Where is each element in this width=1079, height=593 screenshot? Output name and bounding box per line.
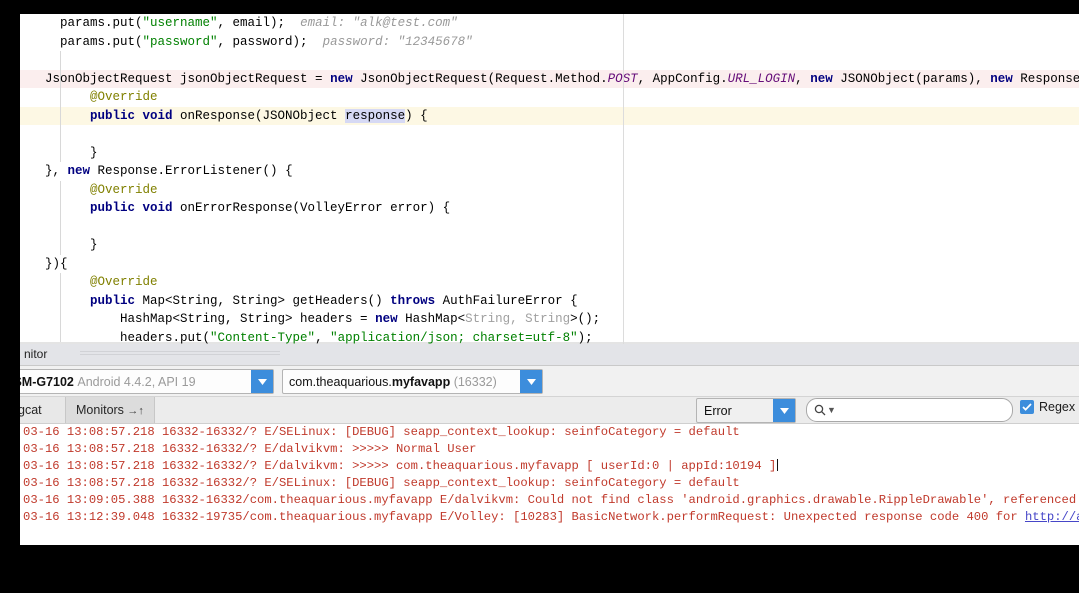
code-line[interactable]: @Override xyxy=(20,181,1079,200)
process-name-prefix: com.theaquarious. xyxy=(289,375,392,389)
code-line[interactable]: public void onErrorResponse(VolleyError … xyxy=(20,199,1079,218)
code-line[interactable]: public void onResponse(JSONObject respon… xyxy=(20,107,1079,126)
indent-guide xyxy=(60,218,61,237)
code-line-text: } xyxy=(20,236,98,255)
code-line-text: public Map<String, String> getHeaders() … xyxy=(20,292,578,311)
logcat-line-text: 03-16 13:08:57.218 16332-16332/? E/dalvi… xyxy=(23,442,476,456)
log-search-box[interactable]: ▼ xyxy=(806,398,1013,422)
indent-guide xyxy=(60,125,61,144)
process-pid: (16332) xyxy=(454,375,497,389)
logcat-line-text: 03-16 13:09:05.388 16332-16332/com.theaq… xyxy=(23,493,1079,507)
indent-guide xyxy=(60,51,61,70)
code-line[interactable] xyxy=(20,51,1079,70)
device-details: Android 4.4.2, API 19 xyxy=(77,375,195,389)
regex-toggle[interactable]: Regex xyxy=(1020,400,1075,414)
logcat-line[interactable]: 03-16 13:08:57.218 16332-16332/? E/dalvi… xyxy=(20,458,1079,475)
process-pid-wrap: (16332) xyxy=(450,375,497,389)
device-process-selector-row: msung SM-G7102 Android 4.4.2, API 19 com… xyxy=(20,366,1079,397)
code-line[interactable]: params.put("password", password); passwo… xyxy=(20,33,1079,52)
search-icon xyxy=(814,404,826,416)
process-name: myfavapp xyxy=(392,375,450,389)
code-line[interactable]: public Map<String, String> getHeaders() … xyxy=(20,292,1079,311)
panel-title: nitor xyxy=(24,347,47,361)
device-dropdown-chevron-down-icon[interactable] xyxy=(251,370,273,393)
device-selector-value: msung SM-G7102 Android 4.4.2, API 19 xyxy=(20,375,196,389)
code-line-text: }){ xyxy=(20,255,68,274)
code-line-text: public void onResponse(JSONObject respon… xyxy=(20,107,428,126)
code-editor[interactable]: params.put("username", email); email: "a… xyxy=(20,14,1079,344)
text-caret xyxy=(777,459,778,471)
process-dropdown-chevron-down-icon[interactable] xyxy=(520,370,542,393)
code-line[interactable]: }, new Response.ErrorListener() { xyxy=(20,162,1079,181)
screenshot-frame: params.put("username", email); email: "a… xyxy=(0,0,1079,593)
code-line[interactable]: HashMap<String, String> headers = new Ha… xyxy=(20,310,1079,329)
code-line-list[interactable]: params.put("username", email); email: "a… xyxy=(20,14,1079,344)
logcat-line[interactable]: 03-16 13:08:57.218 16332-16332/? E/SELin… xyxy=(20,424,1079,441)
logcat-line[interactable]: 03-16 13:09:05.388 16332-16332/com.theaq… xyxy=(20,492,1079,509)
code-line-text: @Override xyxy=(20,273,158,292)
device-details-wrap: Android 4.4.2, API 19 xyxy=(74,375,196,389)
logcat-line[interactable]: 03-16 13:08:57.218 16332-16332/? E/SELin… xyxy=(20,475,1079,492)
tab-overflow-arrow-icon[interactable]: →↑ xyxy=(127,405,144,417)
device-name: msung SM-G7102 xyxy=(20,375,74,389)
logcat-line[interactable]: 03-16 13:12:39.048 16332-19735/com.theaq… xyxy=(20,509,1079,526)
code-line[interactable]: params.put("username", email); email: "a… xyxy=(20,14,1079,33)
code-line-text: public void onErrorResponse(VolleyError … xyxy=(20,199,450,218)
logcat-line-link[interactable]: http://api. xyxy=(1025,510,1079,524)
drag-grip[interactable] xyxy=(80,351,280,357)
code-line-text: headers.put("Content-Type", "application… xyxy=(20,329,593,345)
code-line-text: @Override xyxy=(20,181,158,200)
code-line[interactable]: @Override xyxy=(20,88,1079,107)
search-options-chevron-down-icon[interactable]: ▼ xyxy=(827,405,836,415)
logcat-line-list[interactable]: 03-16 13:08:57.218 16332-16332/? E/SELin… xyxy=(20,424,1079,526)
code-line[interactable]: } xyxy=(20,144,1079,163)
android-monitor-titlebar[interactable]: nitor xyxy=(20,344,1079,366)
code-line-text: HashMap<String, String> headers = new Ha… xyxy=(20,310,600,329)
tab-logcat-label: gcat xyxy=(20,403,42,417)
logcat-line-text: 03-16 13:12:39.048 16332-19735/com.theaq… xyxy=(23,510,1025,524)
code-line[interactable]: }){ xyxy=(20,255,1079,274)
ide-window: params.put("username", email); email: "a… xyxy=(20,14,1079,545)
code-line-text: params.put("username", email); email: "a… xyxy=(20,14,458,33)
code-line[interactable] xyxy=(20,125,1079,144)
logcat-line[interactable]: 03-16 13:08:57.218 16332-16332/? E/dalvi… xyxy=(20,441,1079,458)
tab-logcat[interactable]: gcat xyxy=(20,397,52,423)
right-margin-guide xyxy=(623,14,624,344)
log-level-value: Error xyxy=(697,404,732,418)
log-level-selector[interactable]: Error xyxy=(696,398,796,423)
android-monitor-panel: nitor msung SM-G7102 Android 4.4.2, API … xyxy=(20,344,1079,545)
code-line[interactable]: } xyxy=(20,236,1079,255)
search-input[interactable] xyxy=(838,402,1002,418)
regex-checkbox[interactable] xyxy=(1020,400,1034,414)
process-selector[interactable]: com.theaquarious.myfavapp (16332) xyxy=(282,369,543,394)
code-line[interactable]: JsonObjectRequest jsonObjectRequest = ne… xyxy=(20,70,1079,89)
code-line-text: } xyxy=(20,144,98,163)
code-line[interactable] xyxy=(20,218,1079,237)
device-selector[interactable]: msung SM-G7102 Android 4.4.2, API 19 xyxy=(20,369,274,394)
code-line[interactable]: @Override xyxy=(20,273,1079,292)
tab-monitors[interactable]: Monitors →↑ xyxy=(65,397,155,423)
code-line-text: }, new Response.ErrorListener() { xyxy=(20,162,293,181)
process-selector-value: com.theaquarious.myfavapp (16332) xyxy=(283,375,497,389)
tab-monitors-label: Monitors xyxy=(76,403,124,417)
logcat-line-text: 03-16 13:08:57.218 16332-16332/? E/SELin… xyxy=(23,476,740,490)
log-level-chevron-down-icon[interactable] xyxy=(773,399,795,422)
logcat-line-text: 03-16 13:08:57.218 16332-16332/? E/dalvi… xyxy=(23,459,776,473)
code-line-text: JsonObjectRequest jsonObjectRequest = ne… xyxy=(20,70,1079,89)
logcat-output[interactable]: 03-16 13:08:57.218 16332-16332/? E/SELin… xyxy=(20,424,1079,545)
code-line-text: params.put("password", password); passwo… xyxy=(20,33,473,52)
monitor-tabstrip: gcat Monitors →↑ Error xyxy=(20,397,1079,424)
regex-label: Regex xyxy=(1039,400,1075,414)
logcat-line-text: 03-16 13:08:57.218 16332-16332/? E/SELin… xyxy=(23,425,740,439)
code-line-text: @Override xyxy=(20,88,158,107)
